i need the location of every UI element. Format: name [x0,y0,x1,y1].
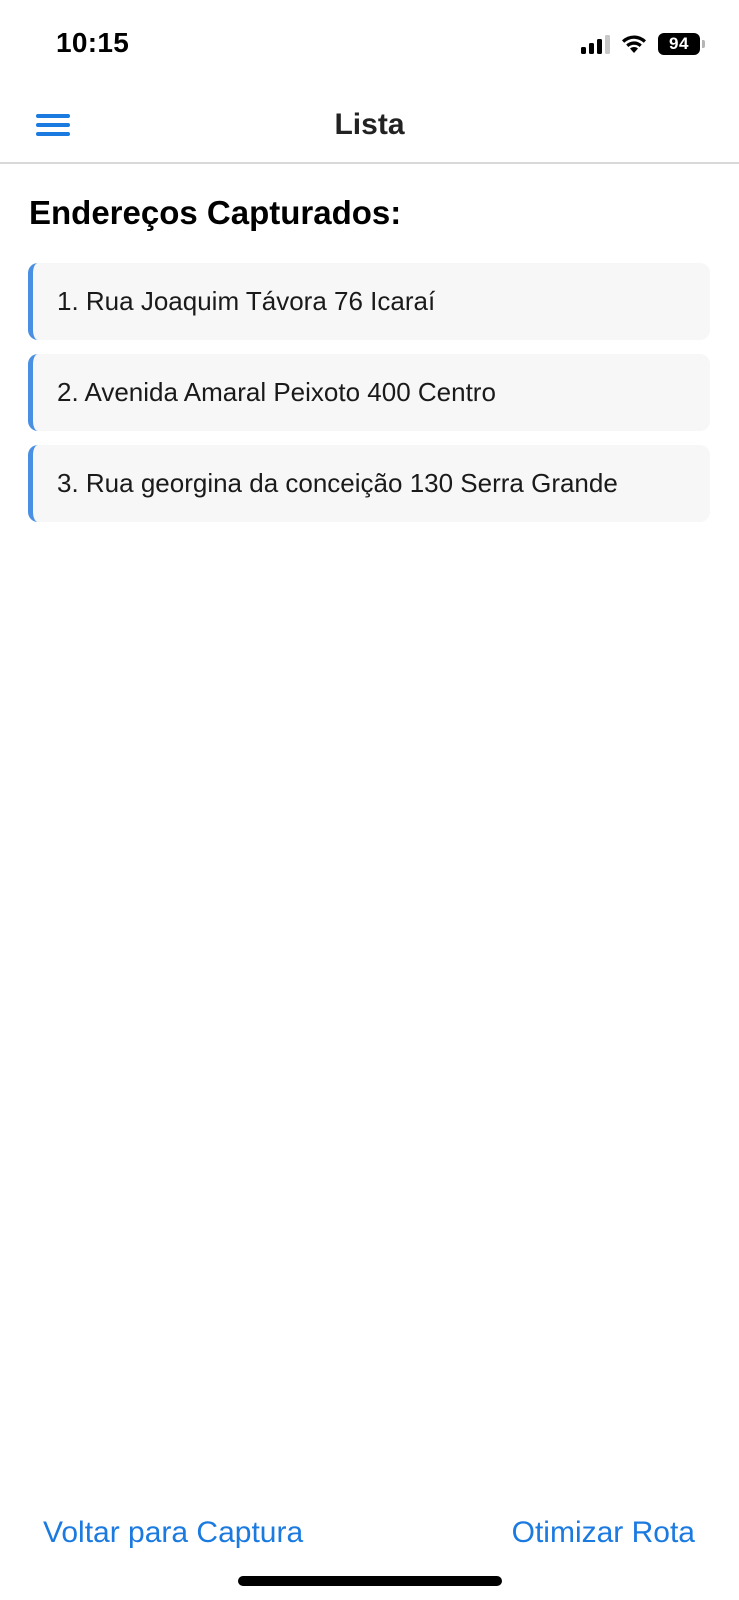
address-list: 1. Rua Joaquim Távora 76 Icaraí 2. Aveni… [28,263,710,536]
status-time: 10:15 [56,27,130,58]
bottom-actions: Voltar para Captura Otimizar Rota [0,1516,739,1566]
optimize-route-button[interactable]: Otimizar Rota [512,1516,695,1550]
battery-icon: 94 [658,33,705,55]
signal-icon [581,34,610,54]
navigation-bar: Lista [0,88,739,164]
status-bar: 10:15 94 [0,0,739,88]
page-title: Lista [334,108,405,141]
back-to-capture-button[interactable]: Voltar para Captura [43,1516,303,1550]
battery-level: 94 [658,33,700,55]
address-item[interactable]: 1. Rua Joaquim Távora 76 Icaraí [28,263,710,340]
address-item[interactable]: 2. Avenida Amaral Peixoto 400 Centro [28,354,710,431]
section-title: Endereços Capturados: [29,194,402,231]
status-icons: 94 [581,30,705,58]
address-item[interactable]: 3. Rua georgina da conceição 130 Serra G… [28,445,710,522]
home-indicator[interactable] [238,1576,502,1586]
app-screen: 10:15 94 Lista Endereços Capturados: 1. … [0,0,739,1600]
wifi-icon [620,33,648,55]
